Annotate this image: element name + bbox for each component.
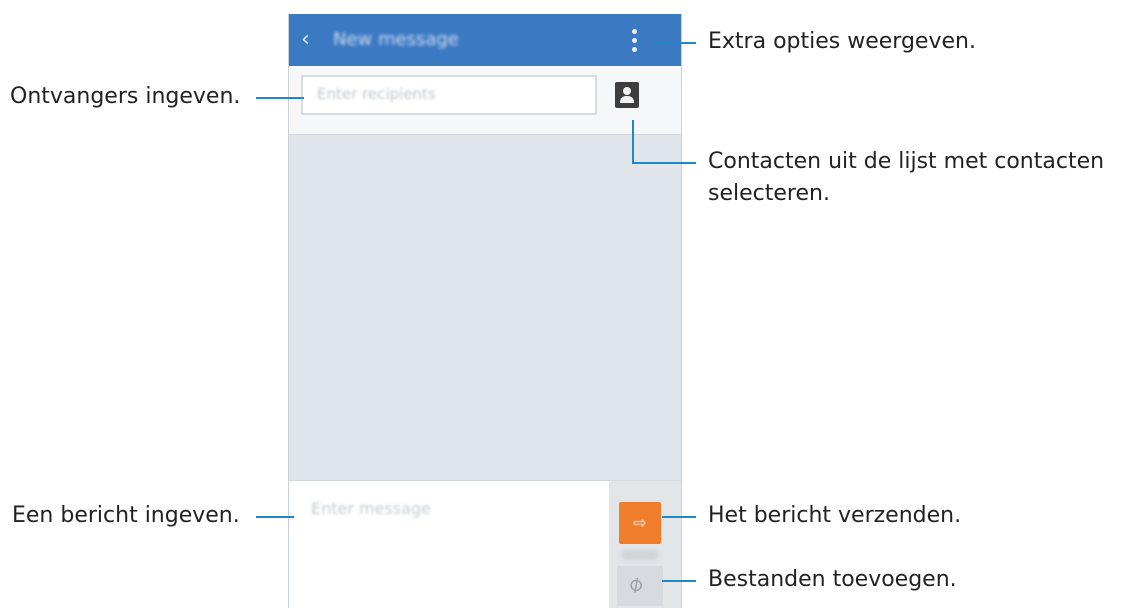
recipient-input[interactable]: Enter recipients — [301, 75, 597, 115]
callout-line-send — [662, 516, 696, 518]
send-icon: ⇨ — [633, 513, 647, 532]
character-counter — [622, 550, 658, 560]
more-options-icon[interactable] — [623, 26, 645, 56]
callout-attach: Bestanden toevoegen. — [708, 567, 957, 592]
callout-send: Het bericht verzenden. — [708, 503, 962, 528]
callout-contacts-line1: Contacten uit de lijst met contacten — [708, 149, 1105, 174]
recipient-placeholder: Enter recipients — [317, 85, 436, 103]
app-title: New message — [333, 29, 459, 50]
attach-button[interactable]: ⌀ — [617, 566, 663, 606]
app-bar: ‹ New message — [289, 14, 681, 66]
callout-contacts-line2: selecteren. — [708, 181, 830, 206]
callout-more-options: Extra opties weergeven. — [708, 29, 976, 54]
callout-enter-recipients: Ontvangers ingeven. — [10, 84, 241, 109]
callout-vline-contacts — [632, 120, 634, 164]
callout-line-attach — [662, 580, 696, 582]
callout-enter-message: Een bericht ingeven. — [12, 503, 240, 528]
callout-line-contacts — [632, 162, 696, 164]
paperclip-icon: ⌀ — [623, 570, 649, 599]
recipient-bar: Enter recipients — [289, 66, 681, 135]
send-button[interactable]: ⇨ — [619, 502, 661, 544]
contacts-button[interactable] — [615, 82, 639, 108]
chevron-left-icon[interactable]: ‹ — [301, 28, 323, 52]
phone-screen: ‹ New message Enter recipients Enter mes… — [288, 14, 682, 608]
message-placeholder: Enter message — [311, 499, 431, 518]
callout-line-recipients — [256, 97, 304, 99]
callout-line-message — [256, 516, 294, 518]
contact-card-icon — [623, 87, 631, 95]
message-input[interactable]: Enter message — [289, 481, 609, 608]
callout-line-more-options — [652, 42, 696, 44]
